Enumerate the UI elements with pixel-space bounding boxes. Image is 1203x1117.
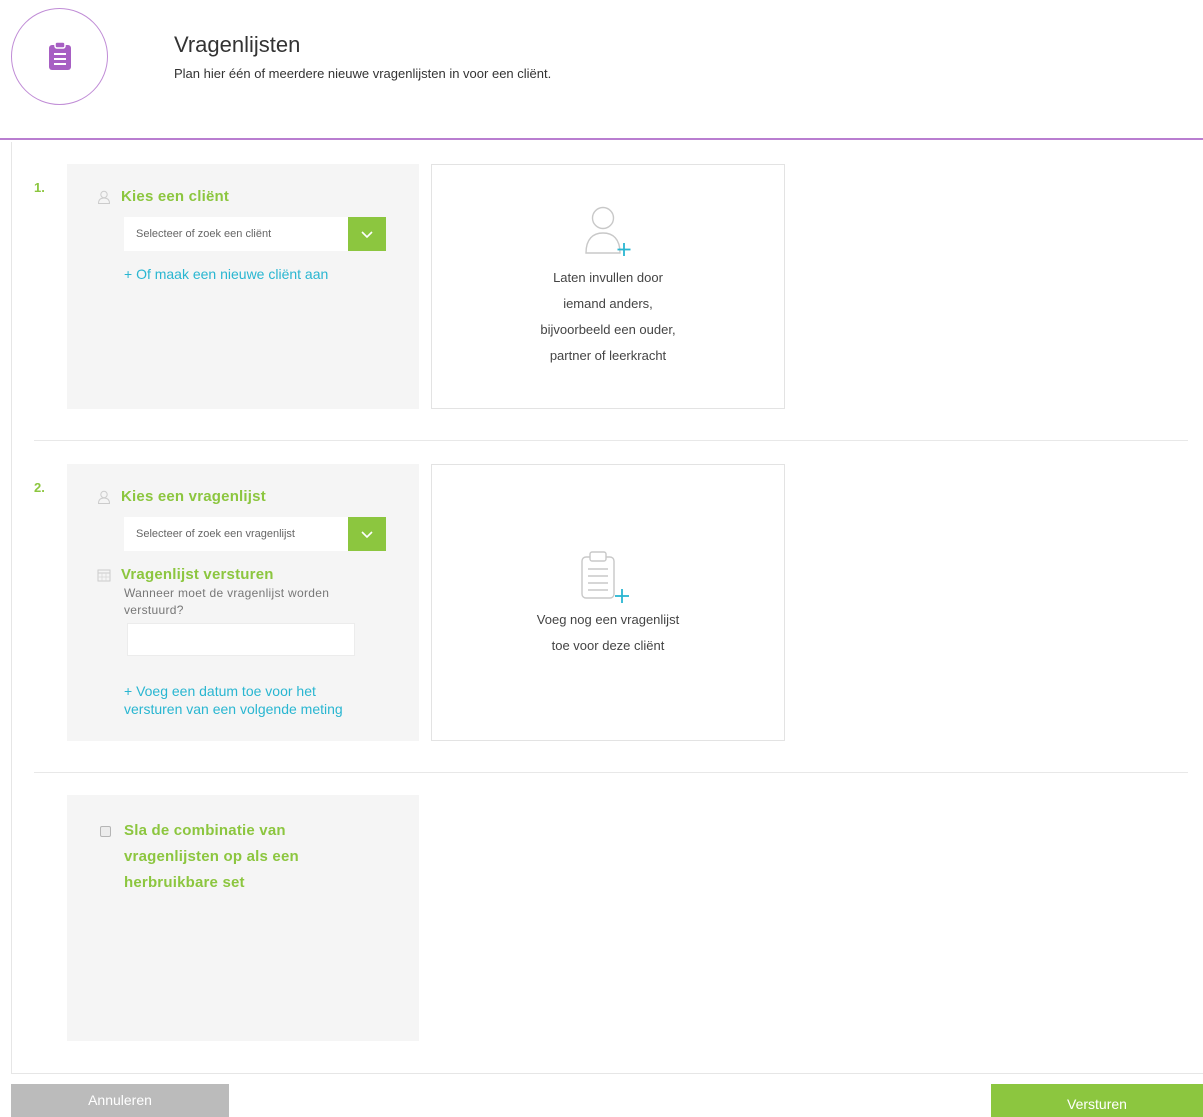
section-divider xyxy=(34,440,1188,441)
questionnaire-label: Kies een vragenlijst xyxy=(121,488,266,505)
chevron-down-icon xyxy=(361,230,373,238)
add-clipboard-icon xyxy=(581,551,629,603)
questionnaire-panel: Kies een vragenlijst Selecteer of zoek e… xyxy=(67,464,419,741)
client-label-row: Kies een cliënt xyxy=(97,188,229,205)
send-label-row: Vragenlijst versturen xyxy=(97,566,274,583)
add-date-link-line-2[interactable]: versturen van een volgende meting xyxy=(124,700,343,718)
questionnaire-select[interactable]: Selecteer of zoek een vragenlijst xyxy=(124,517,386,551)
other-respondent-line-2: iemand anders, xyxy=(563,296,653,311)
send-question-line-1: Wanneer moet de vragenlijst worden xyxy=(124,586,330,600)
add-other-respondent-card[interactable]: Laten invullen door iemand anders, bijvo… xyxy=(431,164,785,409)
send-date-input[interactable] xyxy=(127,623,355,656)
save-set-label-line-2[interactable]: vragenlijsten op als een xyxy=(124,844,299,870)
questionnaire-label-row: Kies een vragenlijst xyxy=(97,488,266,505)
step-number-1: 1. xyxy=(34,180,45,195)
add-questionnaire-line-2: toe voor deze cliënt xyxy=(551,638,665,653)
questionnaire-select-toggle[interactable] xyxy=(348,517,386,551)
save-set-panel: Sla de combinatie van vragenlijsten op a… xyxy=(67,795,419,1041)
add-person-icon xyxy=(585,206,631,256)
other-respondent-line-1: Laten invullen door xyxy=(553,270,663,285)
clipboard-icon xyxy=(49,41,71,70)
page-title: Vragenlijsten xyxy=(174,32,301,57)
new-client-link[interactable]: + Of maak een nieuwe cliënt aan xyxy=(124,265,328,283)
client-select-placeholder: Selecteer of zoek een cliënt xyxy=(136,228,272,240)
step-number-2: 2. xyxy=(34,480,45,495)
add-date-link-line-1[interactable]: + Voeg een datum toe voor het xyxy=(124,682,316,700)
save-set-label-line-1[interactable]: Sla de combinatie van xyxy=(124,818,286,844)
add-questionnaire-line-1: Voeg nog een vragenlijst xyxy=(536,612,680,627)
header-icon-circle xyxy=(11,8,108,105)
client-select-toggle[interactable] xyxy=(348,217,386,251)
person-icon xyxy=(97,490,111,504)
questionnaire-select-placeholder: Selecteer of zoek een vragenlijst xyxy=(136,528,295,540)
send-question-line-2: verstuurd? xyxy=(124,603,184,617)
save-set-checkbox[interactable] xyxy=(100,826,111,837)
other-respondent-line-3: bijvoorbeeld een ouder, xyxy=(540,322,676,337)
send-button[interactable]: Versturen xyxy=(991,1084,1203,1117)
chevron-down-icon xyxy=(361,530,373,538)
section-divider xyxy=(34,772,1188,773)
client-panel: Kies een cliënt Selecteer of zoek een cl… xyxy=(67,164,419,409)
save-set-label-line-3[interactable]: herbruikbare set xyxy=(124,870,245,896)
add-questionnaire-card[interactable]: Voeg nog een vragenlijst toe voor deze c… xyxy=(431,464,785,741)
other-respondent-line-4: partner of leerkracht xyxy=(549,348,667,363)
page-header: Vragenlijsten Plan hier één of meerdere … xyxy=(0,0,1203,140)
cancel-button[interactable]: Annuleren xyxy=(11,1084,229,1117)
calendar-icon xyxy=(97,569,111,581)
client-label: Kies een cliënt xyxy=(121,188,230,205)
send-label: Vragenlijst versturen xyxy=(121,566,274,583)
person-icon xyxy=(97,190,111,204)
page-subtitle: Plan hier één of meerdere nieuwe vragenl… xyxy=(174,66,552,81)
client-select[interactable]: Selecteer of zoek een cliënt xyxy=(124,217,386,251)
